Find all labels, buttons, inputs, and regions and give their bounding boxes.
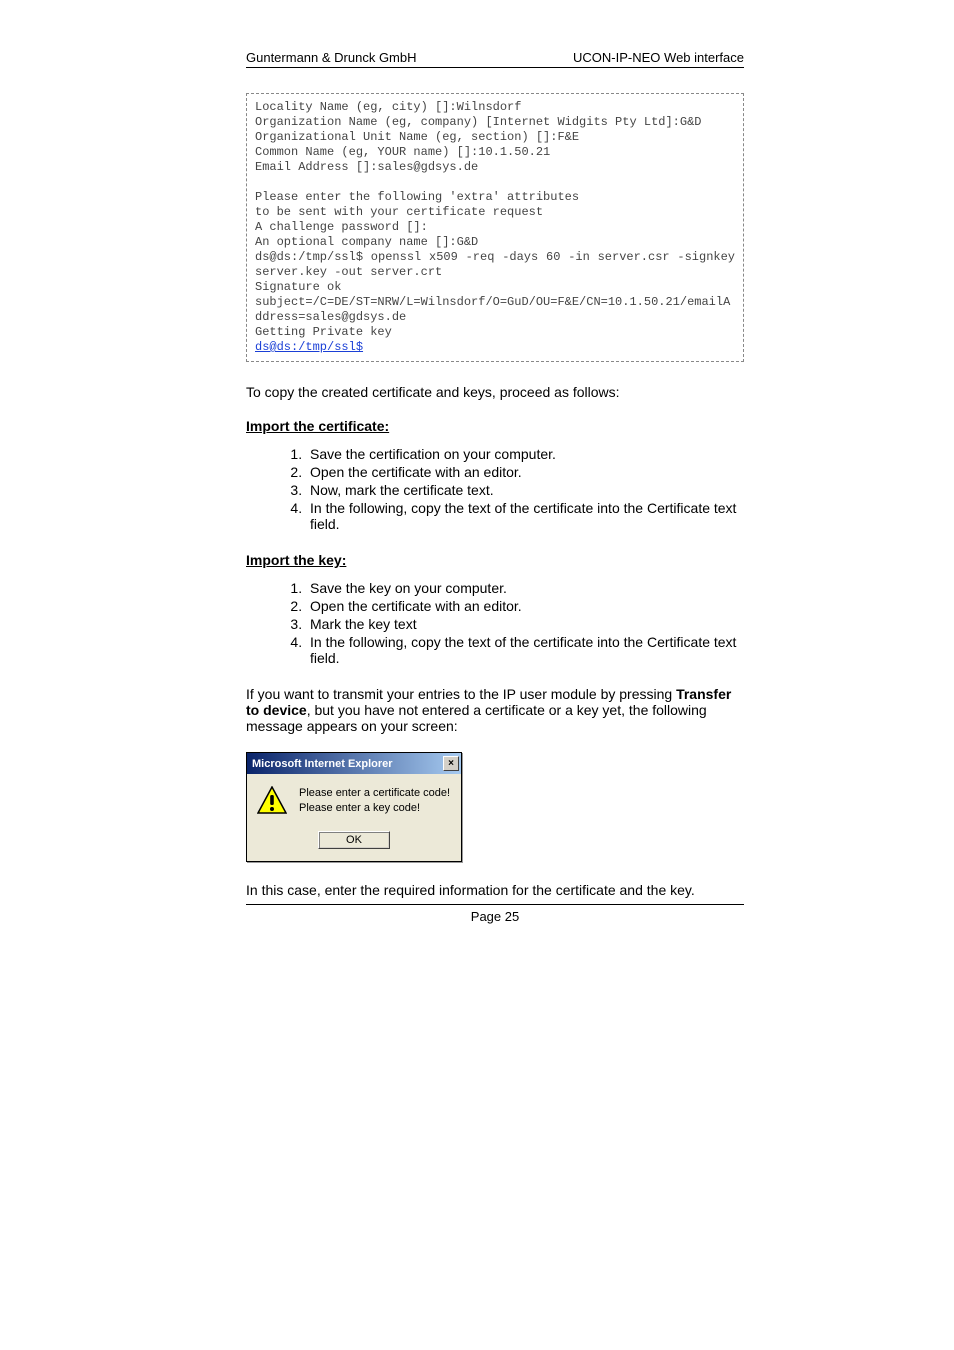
import-key-heading: Import the key: [246,552,744,568]
terminal-line: Locality Name (eg, city) []:Wilnsdorf [255,100,521,114]
header-rule [246,67,744,68]
transfer-suffix: , but you have not entered a certificate… [246,702,707,734]
list-item: Open the certificate with an editor. [306,464,744,480]
terminal-output: Locality Name (eg, city) []:Wilnsdorf Or… [246,93,744,362]
dialog-line1: Please enter a certificate code! [299,786,450,801]
terminal-line: Organization Name (eg, company) [Interne… [255,115,701,129]
transfer-prefix: If you want to transmit your entries to … [246,686,676,702]
header-right: UCON-IP-NEO Web interface [573,50,744,65]
intro-paragraph: To copy the created certificate and keys… [246,384,744,400]
terminal-line: Getting Private key [255,325,392,339]
terminal-line: ds@ds:/tmp/ssl$ openssl x509 -req -days … [255,250,742,279]
page-number: Page 25 [246,909,744,924]
closing-paragraph: In this case, enter the required informa… [246,882,744,898]
dialog-body: Please enter a certificate code! Please … [247,774,461,861]
transfer-paragraph: If you want to transmit your entries to … [246,686,744,734]
list-item: Now, mark the certificate text. [306,482,744,498]
import-certificate-steps: Save the certification on your computer.… [246,446,744,532]
header-left: Guntermann & Drunck GmbH [246,50,417,65]
terminal-line: Please enter the following 'extra' attri… [255,190,579,204]
dialog-title-text: Microsoft Internet Explorer [252,758,393,770]
dialog-message: Please enter a certificate code! Please … [299,786,450,816]
terminal-line: Organizational Unit Name (eg, section) [… [255,130,579,144]
import-key-steps: Save the key on your computer. Open the … [246,580,744,666]
terminal-prompt-link: ds@ds:/tmp/ssl$ [255,340,363,354]
terminal-line: Email Address []:sales@gdsys.de [255,160,478,174]
list-item: Open the certificate with an editor. [306,598,744,614]
dialog-line2: Please enter a key code! [299,801,450,816]
ok-button[interactable]: OK [318,831,390,849]
page-header: Guntermann & Drunck GmbH UCON-IP-NEO Web… [246,50,744,65]
terminal-line: subject=/C=DE/ST=NRW/L=Wilnsdorf/O=GuD/O… [255,295,730,324]
dialog-buttons: OK [257,830,451,849]
dialog-content: Please enter a certificate code! Please … [257,786,451,816]
warning-icon [257,786,287,814]
terminal-line: A challenge password []: [255,220,428,234]
close-icon[interactable]: × [443,756,459,771]
alert-dialog: Microsoft Internet Explorer × Please ent… [246,752,462,862]
terminal-line: Common Name (eg, YOUR name) []:10.1.50.2… [255,145,550,159]
list-item: In the following, copy the text of the c… [306,634,744,666]
document-page: Guntermann & Drunck GmbH UCON-IP-NEO Web… [0,0,954,1350]
terminal-line: An optional company name []:G&D [255,235,478,249]
footer-rule [246,904,744,905]
terminal-line: to be sent with your certificate request [255,205,543,219]
list-item: In the following, copy the text of the c… [306,500,744,532]
dialog-titlebar: Microsoft Internet Explorer × [247,753,461,774]
import-certificate-heading: Import the certificate: [246,418,744,434]
list-item: Save the certification on your computer. [306,446,744,462]
list-item: Mark the key text [306,616,744,632]
terminal-line: Signature ok [255,280,341,294]
list-item: Save the key on your computer. [306,580,744,596]
